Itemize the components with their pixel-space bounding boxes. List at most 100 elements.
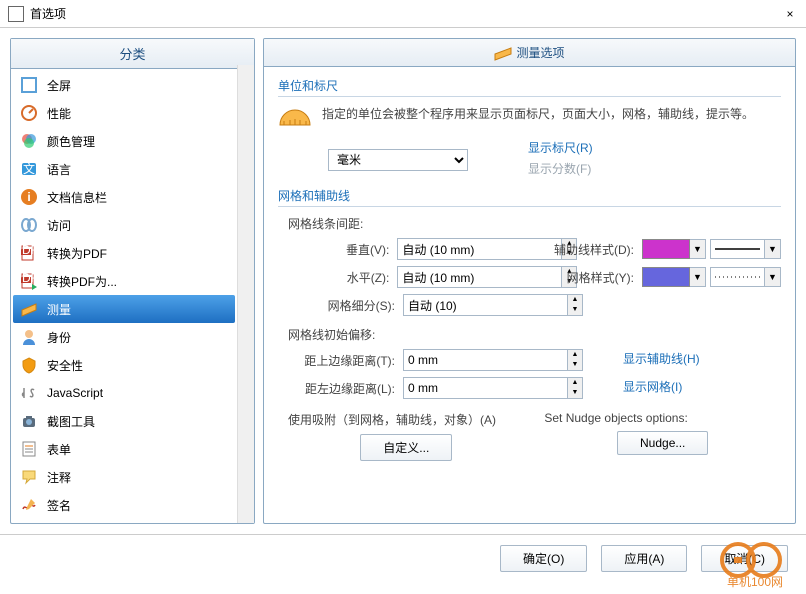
nudge-button[interactable]: Nudge... — [617, 431, 708, 455]
sidebar-item-8[interactable]: 测量 — [13, 295, 235, 323]
sidebar-item-icon — [19, 355, 39, 375]
sidebar-item-icon: i — [19, 187, 39, 207]
protractor-icon — [278, 105, 312, 127]
sidebar-item-16[interactable]: 扫描仪预设 — [13, 519, 235, 523]
cancel-button[interactable]: 取消(C) — [701, 545, 788, 572]
spin-down[interactable]: ▼ — [568, 388, 582, 398]
sidebar-item-label: 性能 — [47, 105, 71, 122]
customize-button[interactable]: 自定义... — [360, 434, 452, 461]
sidebar-item-1[interactable]: 性能 — [13, 99, 235, 127]
spin-down[interactable]: ▼ — [568, 305, 582, 315]
grid-pattern[interactable] — [710, 267, 765, 287]
snap-label: 使用吸附（到网格，辅助线，对象）(A) — [288, 411, 525, 428]
ok-button[interactable]: 确定(O) — [500, 545, 587, 572]
sidebar-item-2[interactable]: 颜色管理 — [13, 127, 235, 155]
sidebar-item-icon — [19, 131, 39, 151]
sidebar-item-label: 注释 — [47, 469, 71, 486]
guide-pattern-dd[interactable]: ▼ — [765, 239, 781, 259]
show-rulers-option[interactable]: 显示标尺(R) — [528, 139, 593, 156]
sidebar-item-13[interactable]: 表单 — [13, 435, 235, 463]
sidebar-item-label: 语言 — [47, 161, 71, 178]
sidebar-item-label: JavaScript — [47, 386, 103, 400]
sidebar-item-icon — [19, 75, 39, 95]
spin-up[interactable]: ▲ — [568, 350, 582, 360]
guide-color-swatch[interactable] — [642, 239, 690, 259]
grid-color-dd[interactable]: ▼ — [690, 267, 706, 287]
grid-section-label: 网格和辅助线 — [278, 187, 781, 204]
grid-style-label: 网格样式(Y): — [537, 269, 642, 286]
sidebar-item-6[interactable]: PDF 转换为PDF — [13, 239, 235, 267]
svg-text:PDF: PDF — [20, 272, 38, 285]
off-left-input[interactable] — [403, 377, 567, 399]
grid-form: 网格线条间距: 垂直(V): ▲▼ 辅助线样式(D): ▼ ▼ 水平(Z): ▲… — [288, 215, 781, 461]
svg-text:PDF: PDF — [20, 244, 38, 257]
main-panel: 测量选项 单位和标尺 指定的单位会被整个程序用来显示页面标尺，页面大小，网格，辅… — [263, 38, 796, 524]
sidebar-item-3[interactable]: 文语言 — [13, 155, 235, 183]
sidebar-item-label: 表单 — [47, 441, 71, 458]
unit-select[interactable]: 毫米 — [328, 149, 468, 171]
sidebar-item-icon: PDF — [19, 271, 39, 291]
sidebar-scrollbar[interactable] — [237, 65, 254, 523]
sidebar-item-icon — [19, 215, 39, 235]
sidebar-item-7[interactable]: PDF转换PDF为... — [13, 267, 235, 295]
sidebar-item-9[interactable]: 身份 — [13, 323, 235, 351]
content: 分类 全屏性能颜色管理文语言i文档信息栏访问PDF转换为PDFPDF转换PDF为… — [0, 28, 806, 534]
sidebar-item-14[interactable]: 注释 — [13, 463, 235, 491]
sidebar-item-0[interactable]: 全屏 — [13, 71, 235, 99]
units-row: 指定的单位会被整个程序用来显示页面标尺，页面大小，网格，辅助线，提示等。 — [278, 105, 781, 127]
nudge-label: Set Nudge objects options: — [544, 411, 781, 425]
sub-spinner[interactable]: ▲▼ — [403, 294, 513, 316]
sidebar-item-icon — [19, 495, 39, 515]
grid-pattern-dd[interactable]: ▼ — [765, 267, 781, 287]
sidebar-item-5[interactable]: 访问 — [13, 211, 235, 239]
divider — [278, 96, 781, 97]
sidebar-item-icon — [19, 383, 39, 403]
off-left-spinner[interactable]: ▲▼ — [403, 377, 513, 399]
sidebar-item-icon — [19, 299, 39, 319]
show-fractions-option: 显示分数(F) — [528, 160, 593, 177]
off-top-input[interactable] — [403, 349, 567, 371]
sidebar-header: 分类 — [11, 39, 254, 69]
sidebar-item-15[interactable]: 签名 — [13, 491, 235, 519]
close-icon[interactable]: × — [782, 7, 798, 21]
sidebar-list: 全屏性能颜色管理文语言i文档信息栏访问PDF转换为PDFPDF转换PDF为...… — [11, 69, 237, 523]
spacing-label: 网格线条间距: — [288, 215, 781, 232]
show-guides-option[interactable]: 显示辅助线(H) — [623, 350, 700, 367]
sidebar-item-label: 转换为PDF — [47, 245, 107, 262]
sidebar-item-icon — [19, 411, 39, 431]
off-left-label: 距左边缘距离(L): — [288, 380, 403, 397]
spin-down[interactable]: ▼ — [568, 360, 582, 370]
sidebar-item-icon — [19, 327, 39, 347]
sidebar-item-label: 访问 — [47, 217, 71, 234]
sidebar-item-label: 测量 — [47, 301, 71, 318]
sidebar-item-label: 安全性 — [47, 357, 83, 374]
snap-row: 使用吸附（到网格，辅助线，对象）(A) 自定义... Set Nudge obj… — [288, 411, 781, 461]
sidebar-item-icon — [19, 103, 39, 123]
svg-text:i: i — [27, 190, 30, 204]
horz-label: 水平(Z): — [288, 269, 397, 286]
sidebar-item-4[interactable]: i文档信息栏 — [13, 183, 235, 211]
guide-pattern[interactable] — [710, 239, 765, 259]
sidebar-item-label: 颜色管理 — [47, 133, 95, 150]
spin-up[interactable]: ▲ — [568, 378, 582, 388]
sidebar-item-12[interactable]: 截图工具 — [13, 407, 235, 435]
off-top-spinner[interactable]: ▲▼ — [403, 349, 513, 371]
vert-spinner[interactable]: ▲▼ — [397, 238, 507, 260]
sub-input[interactable] — [403, 294, 567, 316]
horz-spinner[interactable]: ▲▼ — [397, 266, 507, 288]
grid-color-swatch[interactable] — [642, 267, 690, 287]
apply-button[interactable]: 应用(A) — [601, 545, 687, 572]
sidebar-item-icon: 文 — [19, 159, 39, 179]
sidebar-item-10[interactable]: 安全性 — [13, 351, 235, 379]
main-header-text: 测量选项 — [516, 46, 564, 60]
sidebar-item-label: 全屏 — [47, 77, 71, 94]
sub-label: 网格细分(S): — [288, 297, 403, 314]
spin-up[interactable]: ▲ — [568, 295, 582, 305]
app-icon — [8, 6, 24, 22]
units-controls: 毫米 显示标尺(R) 显示分数(F) — [328, 139, 781, 181]
guide-color-dd[interactable]: ▼ — [690, 239, 706, 259]
titlebar: 首选项 × — [0, 0, 806, 28]
sidebar-item-icon: PDF — [19, 243, 39, 263]
show-grid-option[interactable]: 显示网格(I) — [623, 378, 682, 395]
sidebar-item-11[interactable]: JavaScript — [13, 379, 235, 407]
